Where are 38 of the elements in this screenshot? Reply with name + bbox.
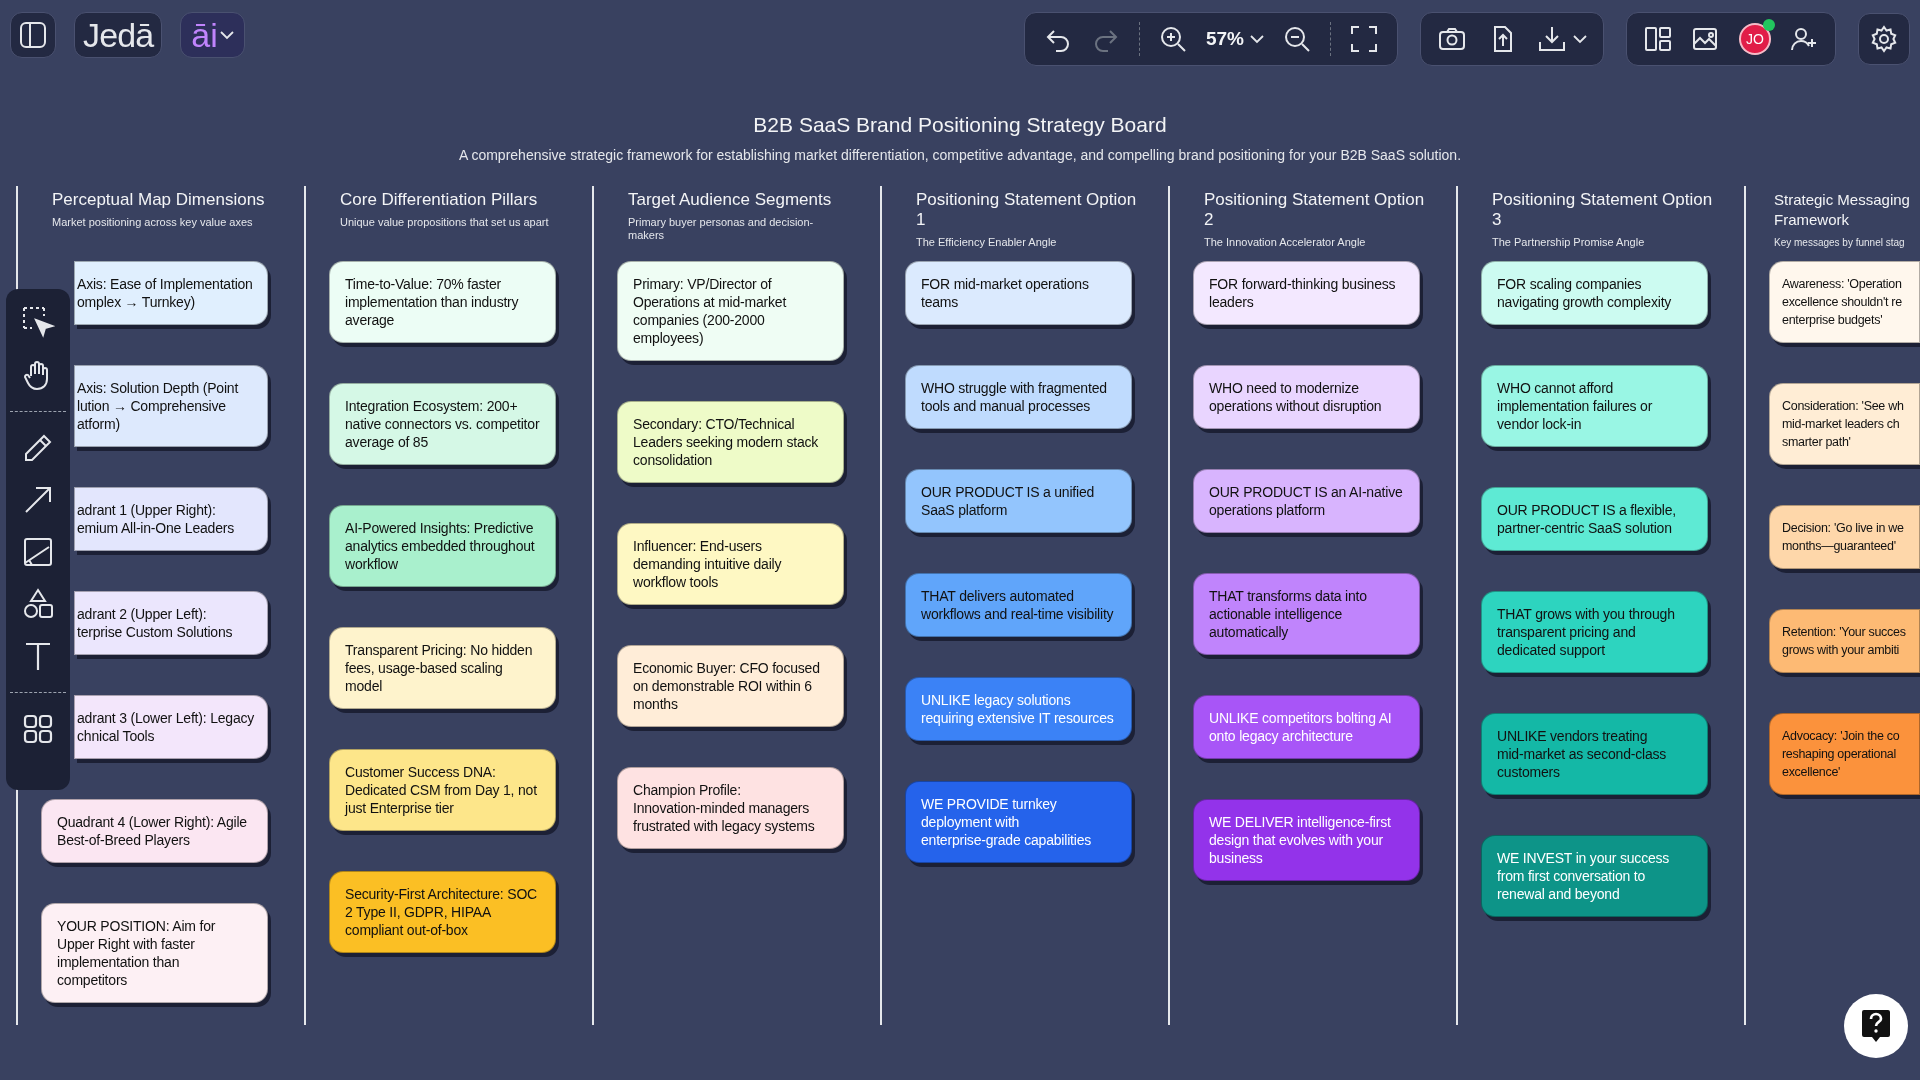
column-subtitle: The Partnership Promise Angle — [1492, 236, 1646, 249]
board-subtitle: A comprehensive strategic framework for establishing market differentiation, competitive advantage, and compelling brand positioning for your B2B SaaS solution. — [458, 146, 1462, 164]
download-icon — [1537, 24, 1567, 54]
caret-icon — [1250, 34, 1264, 44]
column-subtitle: The Efficiency Enabler Angle — [916, 236, 1058, 249]
sidebar-toggle-button[interactable] — [10, 12, 56, 58]
ai-button[interactable]: āi — [180, 12, 245, 58]
fullscreen-icon[interactable] — [1349, 24, 1379, 54]
column-title: Positioning Statement Option 3 — [1492, 190, 1714, 230]
components-icon[interactable] — [22, 713, 54, 745]
column-title: Positioning Statement Option 1 — [916, 190, 1138, 230]
user-avatar[interactable]: JO — [1739, 23, 1771, 55]
caret-icon — [1573, 34, 1587, 44]
layout-icon[interactable] — [1643, 24, 1673, 54]
download-button[interactable] — [1537, 24, 1587, 54]
zoom-out-icon[interactable] — [1282, 24, 1312, 54]
select-icon[interactable] — [21, 305, 55, 339]
column-subtitle: The Innovation Accelerator Angle — [1204, 236, 1367, 249]
image-icon[interactable] — [22, 536, 54, 568]
column-subtitle: Unique value propositions that set us apart — [340, 216, 550, 229]
column-subtitle: Key messages by funnel stag — [1774, 236, 1906, 249]
column-title: Perceptual Map Dimensions — [52, 190, 266, 210]
caret-icon — [219, 30, 234, 40]
shapes-icon[interactable] — [22, 588, 54, 620]
column-subtitle: Primary buyer personas and decision-makers — [628, 216, 815, 242]
help-icon — [1861, 1009, 1891, 1043]
sidebar-icon — [17, 19, 49, 51]
column-title: Positioning Statement Option 2 — [1204, 190, 1426, 230]
settings-icon — [1870, 25, 1898, 53]
settings-button[interactable] — [1858, 13, 1910, 65]
board-title: B2B SaaS Brand Positioning Strategy Board — [753, 112, 1167, 138]
logo-button[interactable]: Jedā — [74, 12, 163, 58]
column-title: Strategic Messaging Framework — [1774, 190, 1911, 230]
column-title: Core Differentiation Pillars — [340, 190, 539, 210]
zoom-level-dropdown[interactable]: 57% — [1205, 24, 1264, 54]
column-subtitle: Market positioning across key value axes — [52, 216, 254, 229]
column-title: Target Audience Segments — [628, 190, 833, 210]
pencil-icon[interactable] — [22, 432, 54, 464]
